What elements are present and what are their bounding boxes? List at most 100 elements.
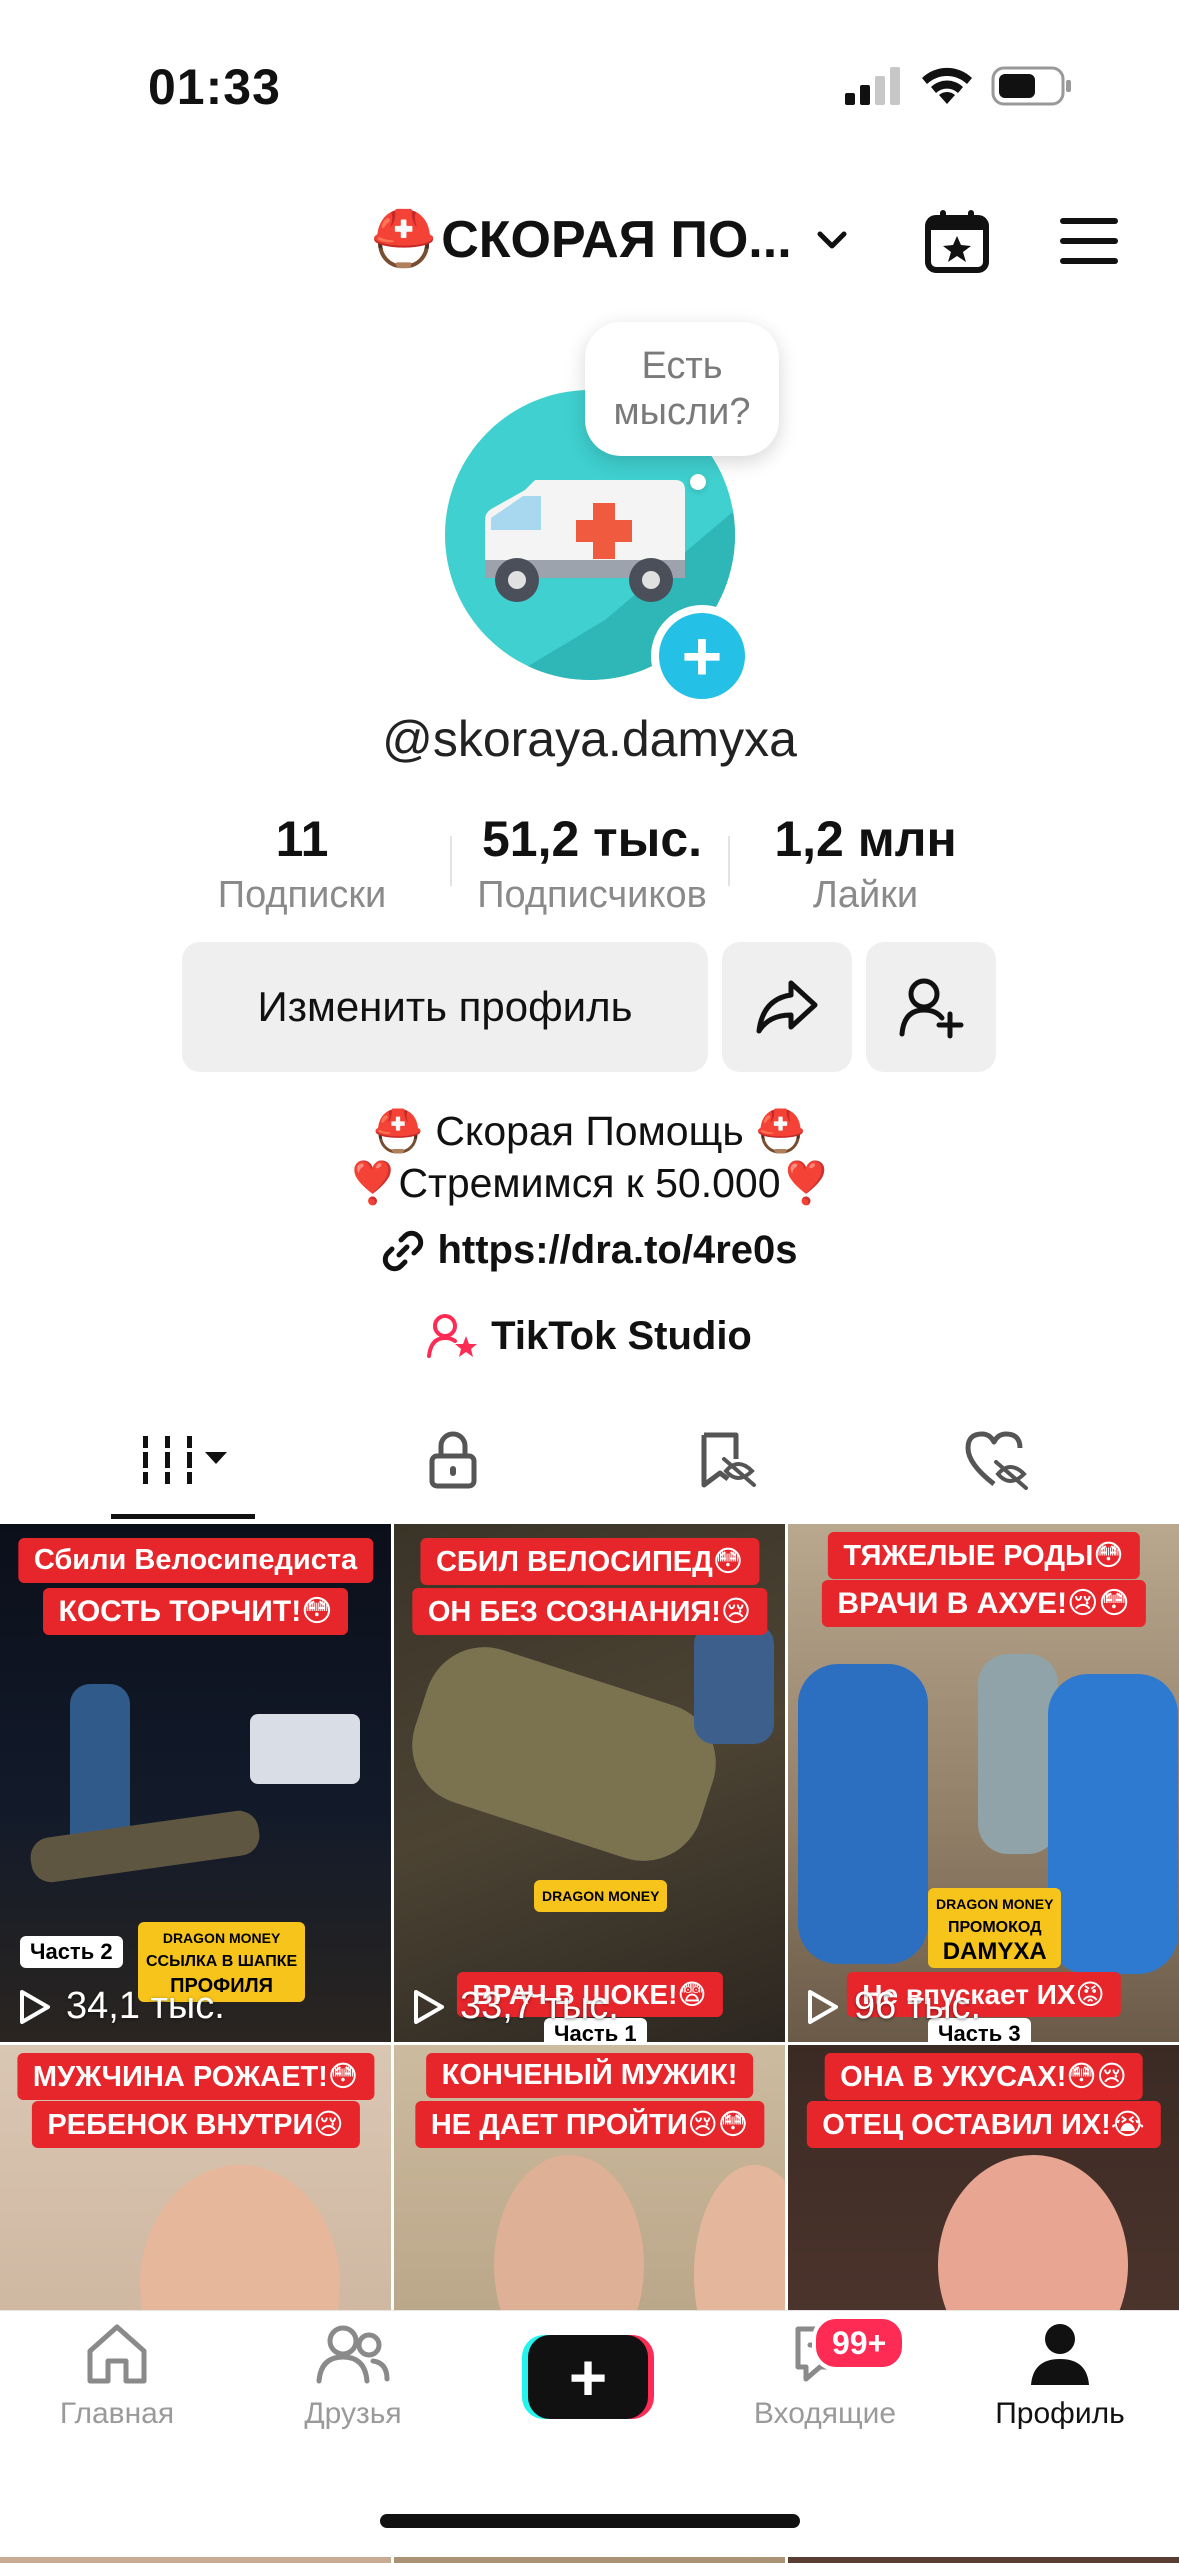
- video-caption-top: СБИЛ ВЕЛОСИПЕД😳: [419, 1538, 760, 1585]
- video-caption-top: Сбили Велосипедиста: [17, 1538, 374, 1583]
- bubble-tail: [690, 474, 706, 490]
- video-caption-top: МУЖЧИНА РОЖАЕТ!😳: [16, 2053, 375, 2100]
- tiktok-studio-link[interactable]: TikTok Studio: [0, 1312, 1179, 1360]
- cellular-signal-icon: [845, 67, 900, 105]
- tab-private[interactable]: [306, 1400, 600, 1520]
- bubble-line-1: Есть: [641, 345, 723, 387]
- video-promo-badge: DRAGON MONEY: [534, 1880, 668, 1912]
- nav-friends-label: Друзья: [304, 2397, 402, 2430]
- plus-icon: +: [528, 2335, 648, 2419]
- link-icon: [383, 1230, 424, 1271]
- status-icons: [845, 66, 1073, 106]
- video-caption-top: КОНЧЕНЫЙ МУЖИК!: [425, 2053, 754, 2098]
- video-promo-badge: DRAGON MONEY ПРОМОКОД DAMYXA: [928, 1888, 1062, 1968]
- profile-link-text: https://dra.to/4re0s: [437, 1228, 798, 1272]
- home-icon: [87, 2324, 147, 2384]
- followers-label: Подписчиков: [477, 874, 707, 916]
- promo-line-2: ССЫЛКА В ШАПКЕ: [146, 1953, 298, 1970]
- tab-liked[interactable]: [850, 1400, 1144, 1520]
- video-caption-main: ОН БЕЗ СОЗНАНИЯ!😢: [411, 1588, 768, 1635]
- followers-stat[interactable]: 51,2 тыс. Подписчиков: [462, 810, 722, 917]
- video-thumbnail-1[interactable]: Сбили Велосипедиста КОСТЬ ТОРЧИТ!😳 Часть…: [0, 1524, 391, 2042]
- promo-line-3: DAMYXA: [942, 1938, 1047, 1965]
- tab-reposts[interactable]: [580, 1400, 874, 1520]
- video-caption-main: КОСТЬ ТОРЧИТ!😳: [42, 1588, 349, 1635]
- video-grid: Сбили Велосипедиста КОСТЬ ТОРЧИТ!😳 Часть…: [0, 1522, 1179, 2563]
- bio-line-2: ❣️Стремимся к 50.000❣️: [347, 1160, 832, 1206]
- nav-inbox-label: Входящие: [753, 2397, 897, 2430]
- likes-label: Лайки: [812, 874, 919, 916]
- friends-icon: [316, 2325, 390, 2384]
- video-views: 96 тыс.: [806, 1985, 981, 2028]
- stat-divider: [450, 836, 452, 886]
- scene-ambulance: [250, 1714, 360, 1784]
- promo-line-1: DRAGON MONEY: [936, 1896, 1054, 1912]
- video-part-label: Часть 2: [20, 1936, 123, 1968]
- video-caption-main: НЕ ДАЕТ ПРОЙТИ😢😳: [414, 2101, 765, 2148]
- promo-line-2: ПРОМОКОД: [947, 1919, 1042, 1936]
- following-count: 11: [275, 811, 329, 867]
- share-arrow-icon: [756, 980, 818, 1034]
- tab-videos[interactable]: [36, 1400, 330, 1520]
- battery-icon: [991, 66, 1071, 106]
- hidden-repost-icon: [701, 1432, 756, 1488]
- add-avatar-button[interactable]: +: [651, 605, 753, 707]
- tiktok-studio-text: TikTok Studio: [491, 1313, 752, 1358]
- nav-friends[interactable]: Друзья: [253, 2321, 453, 2431]
- video-caption-top: ТЯЖЕЛЫЕ РОДЫ😳: [827, 1532, 1140, 1579]
- nav-profile-label: Профиль: [995, 2397, 1125, 2430]
- username: @skoraya.damyxa: [382, 711, 797, 767]
- edit-profile-button[interactable]: Изменить профиль: [182, 942, 708, 1072]
- status-time: 01:33: [148, 59, 281, 115]
- scene-man-door: [978, 1654, 1058, 1854]
- video-views-count: 96 тыс.: [854, 1985, 982, 2027]
- video-views: 33,7 тыс.: [412, 1985, 619, 2028]
- calendar-star-icon[interactable]: [922, 206, 992, 276]
- play-icon: [414, 1989, 444, 2024]
- promo-line-1: DRAGON MONEY: [542, 1888, 660, 1904]
- video-views-count: 34,1 тыс.: [66, 1985, 225, 2027]
- nav-home-label: Главная: [59, 2397, 175, 2430]
- create-button[interactable]: +: [522, 2335, 654, 2419]
- home-indicator: [380, 2514, 800, 2528]
- inbox-badge: 99+: [812, 2315, 907, 2371]
- profile-icon: [1031, 2324, 1089, 2385]
- add-friend-button[interactable]: [866, 942, 996, 1072]
- scene-injured-man: [396, 1631, 732, 1877]
- play-icon: [20, 1989, 50, 2024]
- tab-active-indicator: [111, 1514, 255, 1519]
- thoughts-bubble[interactable]: Есть мысли?: [585, 322, 779, 456]
- video-caption-main: ВРАЧИ В АХУЕ!😢😳: [821, 1580, 1146, 1627]
- following-stat[interactable]: 11 Подписки: [212, 810, 392, 917]
- following-label: Подписки: [217, 874, 387, 916]
- profile-link[interactable]: https://dra.to/4re0s: [0, 1228, 1179, 1273]
- video-views-count: 33,7 тыс.: [460, 1985, 619, 2027]
- followers-count: 51,2 тыс.: [481, 811, 703, 867]
- lock-icon: [429, 1431, 477, 1489]
- hidden-heart-icon: [965, 1431, 1028, 1490]
- wifi-icon: [922, 67, 972, 104]
- likes-stat[interactable]: 1,2 млн Лайки: [758, 810, 973, 917]
- menu-icon[interactable]: [1058, 216, 1120, 266]
- account-switcher[interactable]: ⛑️ СКОРАЯ ПО...: [370, 208, 852, 271]
- scene-medic-hand: [694, 1624, 774, 1744]
- share-profile-button[interactable]: [722, 942, 852, 1072]
- video-thumbnail-2[interactable]: СБИЛ ВЕЛОСИПЕД😳 ОН БЕЗ СОЗНАНИЯ!😢 DRAGON…: [394, 1524, 785, 2042]
- video-caption-top: ОНА В УКУСАХ!😳😢: [824, 2053, 1143, 2100]
- helmet-emoji: ⛑️: [370, 209, 438, 269]
- nav-home[interactable]: Главная: [17, 2321, 217, 2431]
- video-caption-main: ОТЕЦ ОСТАВИЛ ИХ!😭: [806, 2101, 1161, 2148]
- stat-divider: [728, 836, 730, 886]
- video-thumbnail-3[interactable]: ТЯЖЕЛЫЕ РОДЫ😳 ВРАЧИ В АХУЕ!😢😳 DRAGON MON…: [788, 1524, 1179, 2042]
- promo-line-1: DRAGON MONEY: [162, 1930, 281, 1946]
- chevron-down-icon: [817, 231, 847, 248]
- bubble-line-2: мысли?: [613, 391, 751, 433]
- scene-medic-left: [798, 1664, 928, 1964]
- account-name: СКОРАЯ ПО...: [441, 210, 792, 269]
- likes-count: 1,2 млн: [774, 811, 957, 867]
- nav-profile[interactable]: Профиль: [960, 2321, 1160, 2431]
- bio-line-1: ⛑️ Скорая Помощь ⛑️: [372, 1108, 807, 1154]
- grid-icon: [137, 1436, 227, 1484]
- studio-user-star-icon: [427, 1314, 478, 1358]
- video-caption-main: РЕБЕНОК ВНУТРИ😢: [31, 2101, 360, 2148]
